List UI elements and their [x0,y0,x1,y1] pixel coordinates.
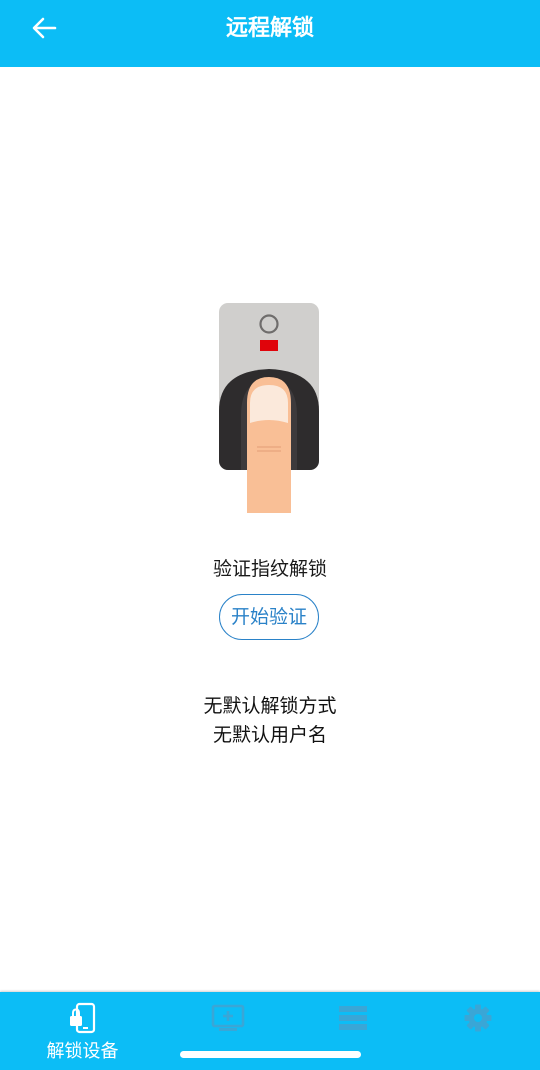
page-title: 远程解锁 [225,16,314,41]
list-icon [285,1002,420,1034]
nav-item-unlock-device[interactable]: 解锁设备 [15,992,150,1070]
add-device-icon [160,1002,295,1034]
nav-item-add-device[interactable] [160,992,295,1070]
gear-icon [410,1002,540,1034]
home-indicator[interactable] [180,1051,361,1058]
nav-label-unlock-device: 解锁设备 [46,1041,119,1062]
default-info: 无默认解锁方式 无默认用户名 [0,692,540,750]
verify-fingerprint-label: 验证指纹解锁 [212,558,327,580]
bottom-nav: 解锁设备 [0,992,540,1070]
nav-item-list[interactable] [285,992,420,1070]
default-username-text: 无默认用户名 [212,724,327,746]
default-unlock-method-text: 无默认解锁方式 [203,695,337,717]
app-bar: 远程解锁 [0,0,540,67]
nav-item-settings[interactable] [410,992,540,1070]
fingerprint-scanner-icon [219,303,319,513]
start-verification-button[interactable]: 开始验证 [219,594,319,640]
phone-lock-icon [15,1002,150,1034]
remote-unlock-screen: 远程解锁 验证指纹解锁 开始验证 无默认解锁方式 无默认用户名 解锁设备 [0,0,540,1070]
